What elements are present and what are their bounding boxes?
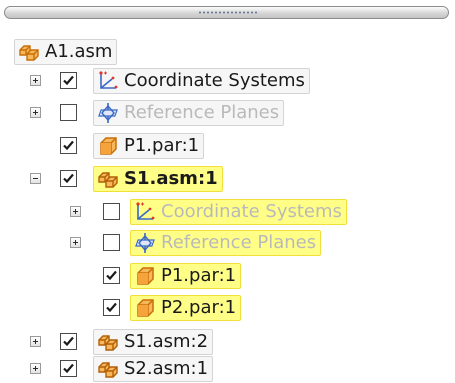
visibility-checkbox[interactable] <box>60 104 77 121</box>
tree-node-p1-par-1[interactable]: P1.par:1 <box>93 133 205 159</box>
tree-node-s1-asm-1[interactable]: S1.asm:1 <box>93 166 223 192</box>
coordinate-system-icon <box>97 70 119 92</box>
assembly-tree: A1.asm Coordinate Systems Reference Plan… <box>0 0 455 383</box>
tree-node-a1-asm[interactable]: A1.asm <box>14 39 118 65</box>
tree-node-coord-1[interactable]: Coordinate Systems <box>93 68 310 94</box>
expand-toggle-icon[interactable] <box>30 363 41 374</box>
visibility-checkbox[interactable] <box>60 72 77 89</box>
tree-node-s2-asm-1[interactable]: S2.asm:1 <box>93 356 214 382</box>
visibility-checkbox[interactable] <box>60 360 77 377</box>
coordinate-system-icon <box>134 201 156 223</box>
part-icon <box>134 297 156 319</box>
tree-node-refplanes-2[interactable]: Reference Planes <box>130 230 322 256</box>
tree-row-p2-par-1[interactable]: P2.par:1 <box>0 293 455 322</box>
visibility-checkbox[interactable] <box>103 234 120 251</box>
tree-row-p1-par-1[interactable]: P1.par:1 <box>0 131 455 160</box>
tree-node-refplanes-1[interactable]: Reference Planes <box>93 100 285 126</box>
reference-plane-icon <box>97 102 119 124</box>
tree-row-s2-asm-1[interactable]: S2.asm:1 <box>0 354 455 383</box>
tree-node-label: A1.asm <box>45 41 113 62</box>
tree-row-refplanes-1[interactable]: Reference Planes <box>0 98 455 127</box>
tree-node-s1-asm-2[interactable]: S1.asm:2 <box>93 329 214 355</box>
tree-row-a1-asm[interactable]: A1.asm <box>0 37 455 66</box>
tree-node-label: S2.asm:1 <box>124 358 209 379</box>
tree-row-coord-2[interactable]: Coordinate Systems <box>0 197 455 226</box>
expand-toggle-icon[interactable] <box>70 237 81 248</box>
assembly-icon <box>18 41 40 63</box>
part-icon <box>134 265 156 287</box>
tree-node-label: P2.par:1 <box>161 297 237 318</box>
tree-row-p1-par-1b[interactable]: P1.par:1 <box>0 261 455 290</box>
expand-toggle-icon[interactable] <box>30 75 41 86</box>
collapse-toggle-icon[interactable] <box>30 173 41 184</box>
part-icon <box>97 135 119 157</box>
tree-node-label: Coordinate Systems <box>124 70 305 91</box>
tree-node-label: S1.asm:1 <box>124 168 218 189</box>
expand-toggle-icon[interactable] <box>70 206 81 217</box>
visibility-checkbox[interactable] <box>103 267 120 284</box>
subassembly-icon <box>97 358 119 380</box>
tree-node-p2-par-1[interactable]: P2.par:1 <box>130 295 242 321</box>
visibility-checkbox[interactable] <box>103 203 120 220</box>
visibility-checkbox[interactable] <box>103 299 120 316</box>
tree-node-label: Coordinate Systems <box>161 201 342 222</box>
tree-row-coord-1[interactable]: Coordinate Systems <box>0 66 455 95</box>
visibility-checkbox[interactable] <box>60 137 77 154</box>
tree-node-label: P1.par:1 <box>124 135 200 156</box>
tree-node-label: Reference Planes <box>161 232 317 253</box>
tree-node-label: P1.par:1 <box>161 265 237 286</box>
tree-node-label: Reference Planes <box>124 102 280 123</box>
expand-toggle-icon[interactable] <box>30 107 41 118</box>
tree-row-s1-asm-1[interactable]: S1.asm:1 <box>0 164 455 193</box>
tree-node-p1-par-1b[interactable]: P1.par:1 <box>130 263 242 289</box>
tree-node-label: S1.asm:2 <box>124 331 209 352</box>
subassembly-icon <box>97 331 119 353</box>
visibility-checkbox[interactable] <box>60 170 77 187</box>
tree-node-coord-2[interactable]: Coordinate Systems <box>130 199 347 225</box>
expand-toggle-icon[interactable] <box>30 336 41 347</box>
tree-row-s1-asm-2[interactable]: S1.asm:2 <box>0 327 455 356</box>
reference-plane-icon <box>134 232 156 254</box>
tree-row-refplanes-2[interactable]: Reference Planes <box>0 228 455 257</box>
subassembly-icon <box>97 168 119 190</box>
visibility-checkbox[interactable] <box>60 333 77 350</box>
